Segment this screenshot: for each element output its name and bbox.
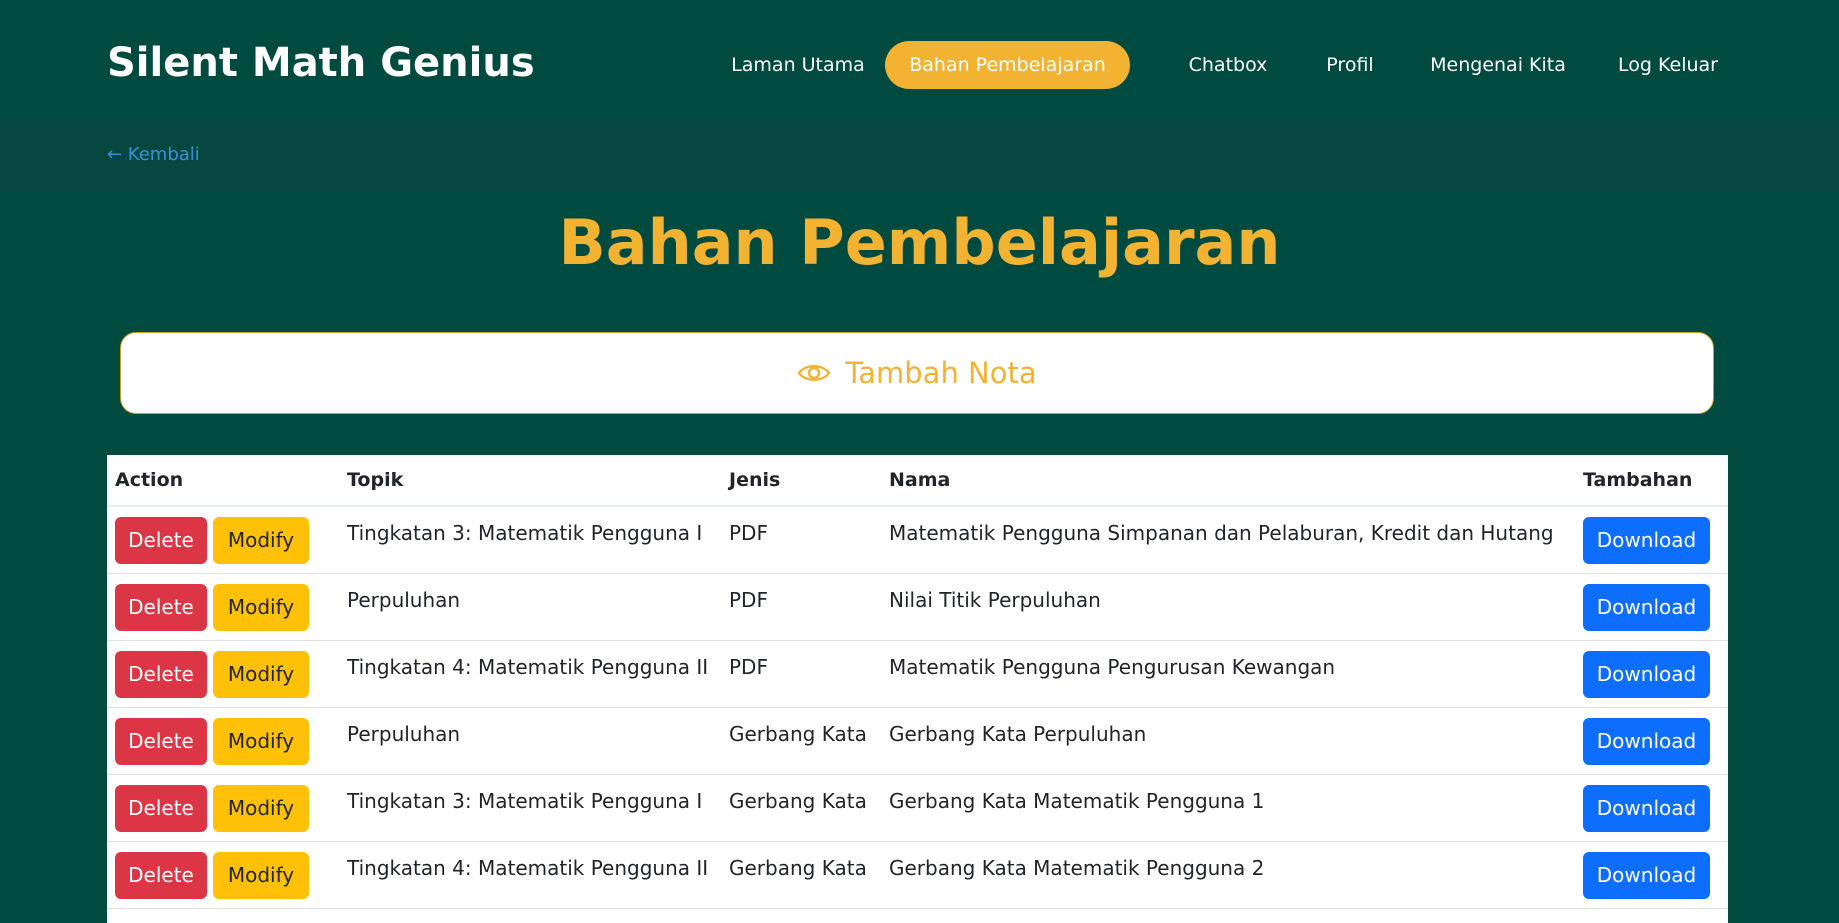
download-button[interactable]: Download <box>1583 517 1710 564</box>
download-button[interactable]: Download <box>1583 583 1710 631</box>
tambahan-cell: Download <box>1575 841 1728 909</box>
jenis-cell: PDF <box>721 640 881 708</box>
table-row: Delete Modify Tingkatan 4: Matematik Peng… <box>107 640 1728 708</box>
modify-button[interactable]: Modify <box>213 583 309 631</box>
nav-item-chatbox[interactable]: Chatbox <box>1184 41 1272 89</box>
download-button[interactable]: Download <box>1583 851 1710 899</box>
table-row: Delete Modify Tingkatan 4: Matematik Peng… <box>107 841 1728 909</box>
action-cell: Delete Modify <box>107 774 339 842</box>
table-row: Delete Modify Perpuluhan Gerbang Kata Ger… <box>107 707 1728 775</box>
nav-item-laman-utama[interactable]: Laman Utama <box>730 41 866 89</box>
table-row: Delete Modify Perpuluhan PDF Nilai Titik … <box>107 573 1728 641</box>
nama-cell: Nilai Titik Perpuluhan <box>881 573 1575 641</box>
jenis-cell: PDF <box>721 573 881 641</box>
jenis-cell: PDF <box>721 506 881 574</box>
table-row: Delete Modify Tingkatan 3: Matematik Peng… <box>107 506 1728 574</box>
topik-cell: Perpuluhan <box>339 707 721 775</box>
action-cell: Delete Modify <box>107 640 339 708</box>
header-tambahan: Tambahan <box>1575 455 1728 507</box>
add-note-button[interactable]: Tambah Nota <box>120 332 1714 414</box>
nav-item-bahan-pembelajaran[interactable]: Bahan Pembelajaran <box>885 41 1130 89</box>
back-link[interactable]: ← Kembali <box>107 144 200 165</box>
nav-item-mengenai-kita[interactable]: Mengenai Kita <box>1428 41 1568 89</box>
action-cell: Delete Modify <box>107 707 339 775</box>
topik-cell: Perpuluhan <box>339 573 721 641</box>
navbar: Silent Math Genius Laman Utama Bahan Pem… <box>0 0 1839 122</box>
modify-button[interactable]: Modify <box>213 650 309 698</box>
delete-button[interactable]: Delete <box>115 583 207 631</box>
modify-button[interactable]: Modify <box>213 851 309 899</box>
action-cell: Delete Modify <box>107 841 339 909</box>
modify-button[interactable]: Modify <box>213 784 309 832</box>
download-button[interactable]: Download <box>1583 650 1710 698</box>
download-button[interactable]: Download <box>1583 717 1710 765</box>
modify-button[interactable]: Modify <box>213 717 309 765</box>
topik-cell: Tingkatan 3: Matematik Pengguna I <box>339 774 721 842</box>
table-header-row: Action Topik Jenis Nama Tambahan <box>107 455 1728 507</box>
action-cell: Delete Modify <box>107 573 339 641</box>
delete-button[interactable]: Delete <box>115 717 207 765</box>
header-action: Action <box>107 455 339 507</box>
nama-cell: Gerbang Kata Matematik Pengguna 1 <box>881 774 1575 842</box>
add-note-label: Tambah Nota <box>845 356 1037 390</box>
brand-logo[interactable]: Silent Math Genius <box>107 40 535 86</box>
topik-cell: Tingkatan 4: Matematik Pengguna II <box>339 841 721 909</box>
header-topik: Topik <box>339 455 721 507</box>
tambahan-cell: Download <box>1575 774 1728 842</box>
nama-cell: Gerbang Kata Perpuluhan <box>881 707 1575 775</box>
tambahan-cell: Download <box>1575 707 1728 775</box>
delete-button[interactable]: Delete <box>115 517 207 564</box>
table-row: Delete Modify Tingkatan 3: Matematik Peng… <box>107 774 1728 842</box>
page-title: Bahan Pembelajaran <box>558 206 1281 279</box>
delete-button[interactable]: Delete <box>115 650 207 698</box>
tambahan-cell: Download <box>1575 573 1728 641</box>
action-cell: Delete Modify <box>107 506 339 574</box>
download-button[interactable]: Download <box>1583 784 1710 832</box>
nama-cell: Matematik Pengguna Pengurusan Kewangan <box>881 640 1575 708</box>
tambahan-cell: Download <box>1575 640 1728 708</box>
back-band <box>0 122 1839 190</box>
materials-table: Action Topik Jenis Nama Tambahan Delete M… <box>107 455 1728 923</box>
header-nama: Nama <box>881 455 1575 507</box>
header-jenis: Jenis <box>721 455 881 507</box>
topik-cell: Tingkatan 3: Matematik Pengguna I <box>339 506 721 574</box>
topik-cell: Tingkatan 4: Matematik Pengguna II <box>339 640 721 708</box>
eye-icon <box>797 365 831 381</box>
jenis-cell: Gerbang Kata <box>721 841 881 909</box>
delete-button[interactable]: Delete <box>115 851 207 899</box>
nama-cell: Gerbang Kata Matematik Pengguna 2 <box>881 841 1575 909</box>
jenis-cell: Gerbang Kata <box>721 707 881 775</box>
nav-item-log-keluar[interactable]: Log Keluar <box>1617 41 1719 89</box>
modify-button[interactable]: Modify <box>213 517 309 564</box>
delete-button[interactable]: Delete <box>115 784 207 832</box>
tambahan-cell: Download <box>1575 506 1728 574</box>
nav-item-profil[interactable]: Profil <box>1321 41 1379 89</box>
jenis-cell: Gerbang Kata <box>721 774 881 842</box>
nama-cell: Matematik Pengguna Simpanan dan Pelabura… <box>881 506 1575 574</box>
